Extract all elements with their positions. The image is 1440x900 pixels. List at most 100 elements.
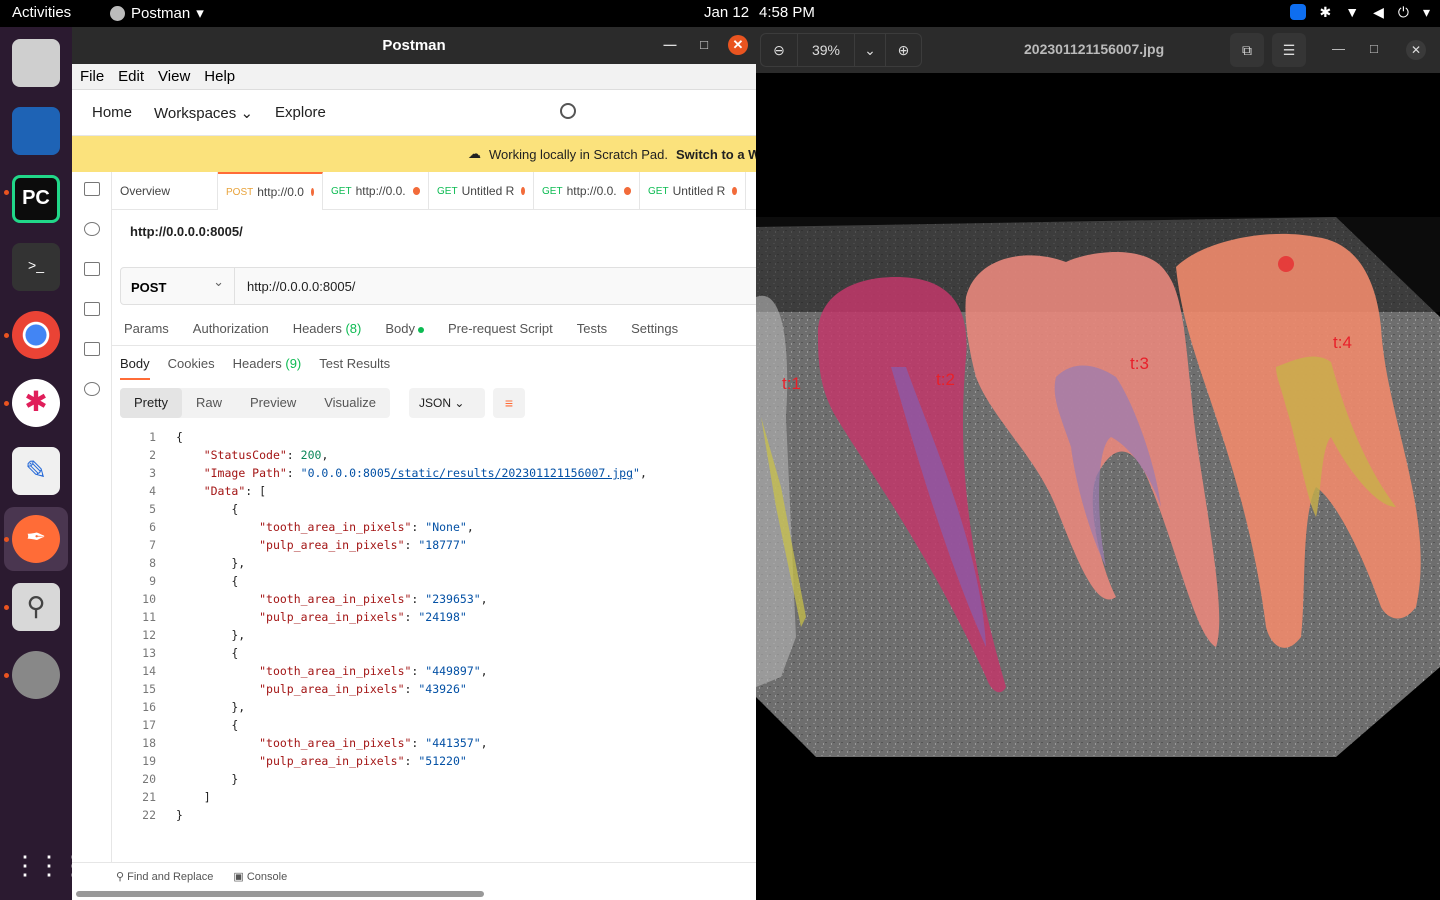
mock-servers-icon[interactable]: [84, 302, 100, 316]
activities-button[interactable]: Activities: [12, 4, 71, 21]
maximize-icon[interactable]: □: [694, 35, 714, 55]
power-icon[interactable]: ⏻: [1398, 4, 1409, 21]
monitors-icon[interactable]: [84, 342, 100, 356]
disk-icon[interactable]: [12, 651, 60, 699]
terminal-icon[interactable]: >_: [12, 243, 60, 291]
zoom-level[interactable]: 39%: [797, 33, 855, 67]
format-visualize[interactable]: Visualize: [310, 388, 390, 418]
tab-response-headers[interactable]: Headers (9): [233, 356, 302, 379]
image-path-link[interactable]: /static/results/202301121156007.jpg: [391, 466, 633, 480]
teamviewer-icon[interactable]: [1289, 4, 1306, 20]
running-indicator: [4, 401, 9, 406]
horizontal-scrollbar[interactable]: [76, 891, 484, 897]
nav-workspaces[interactable]: Workspaces ⌄: [154, 104, 253, 122]
running-indicator: [4, 605, 9, 610]
nav-explore[interactable]: Explore: [275, 104, 326, 121]
slack-icon[interactable]: ✱: [12, 379, 60, 427]
json-value: ": [633, 466, 640, 480]
format-raw[interactable]: Raw: [182, 388, 236, 418]
language-select[interactable]: JSON ⌄: [409, 388, 485, 418]
menu-edit[interactable]: Edit: [118, 68, 144, 85]
json-value: "51220": [418, 754, 467, 768]
left-sidebar: [72, 172, 112, 862]
app-menu[interactable]: Postman ▾: [110, 4, 204, 22]
rotate-icon[interactable]: ⧉: [1230, 33, 1264, 67]
tab-method: GET: [542, 185, 563, 197]
maximize-icon[interactable]: □: [1370, 41, 1378, 56]
url-input[interactable]: http://0.0.0.0:8005/: [235, 268, 367, 304]
chrome-icon[interactable]: [12, 311, 60, 359]
menu-view[interactable]: View: [158, 68, 190, 85]
json-key: "tooth_area_in_pixels": [259, 520, 412, 534]
tab-get-request[interactable]: GET Untitled R: [429, 172, 534, 210]
tab-get-request[interactable]: GET http://0.0.: [534, 172, 640, 210]
postman-window: Postman — □ ✕ File Edit View Help Home W…: [72, 27, 756, 900]
format-pretty[interactable]: Pretty: [120, 388, 182, 418]
environments-icon[interactable]: [84, 262, 100, 276]
apis-icon[interactable]: [84, 222, 100, 236]
files-icon[interactable]: [12, 39, 60, 87]
zoom-out-icon[interactable]: ⊖: [761, 42, 797, 59]
chevron-down-icon[interactable]: ⌄: [855, 42, 885, 59]
caret-down-icon[interactable]: ▾: [1423, 4, 1430, 21]
volume-icon[interactable]: ◀: [1373, 4, 1384, 21]
tab-headers[interactable]: Headers (8): [293, 321, 362, 336]
system-tray[interactable]: ✱ ▼ ◀ ⏻ ▾: [1289, 4, 1430, 21]
tab-body[interactable]: Body: [385, 321, 424, 336]
text-editor-icon[interactable]: ✎: [12, 447, 60, 495]
console-button[interactable]: ▣ Console: [233, 870, 287, 883]
nav-home[interactable]: Home: [92, 104, 132, 121]
hamburger-menu-icon[interactable]: ☰: [1272, 33, 1306, 67]
image-viewer-headerbar: ⊖ 39% ⌄ ⊕ 202301121156007.jpg ⧉ ☰ — □ ✕: [756, 27, 1440, 73]
close-icon[interactable]: ✕: [1406, 40, 1426, 60]
tab-response-body[interactable]: Body: [120, 356, 150, 380]
zoom-in-icon[interactable]: ⊕: [885, 33, 921, 67]
tab-response-headers-label: Headers: [232, 356, 282, 371]
tab-post-request[interactable]: POST http://0.0: [218, 172, 323, 210]
tab-settings[interactable]: Settings: [631, 321, 678, 336]
running-indicator: [4, 537, 9, 542]
search-icon[interactable]: [560, 103, 576, 119]
tooth-label-3: t:3: [1130, 354, 1149, 373]
unsaved-dot: [310, 188, 314, 196]
banner-link[interactable]: Switch to a Wo: [676, 147, 756, 162]
wrap-lines-icon[interactable]: ≡: [493, 388, 525, 418]
tab-get-request[interactable]: GET http://0.0.: [323, 172, 429, 210]
writer-icon[interactable]: [12, 107, 60, 155]
clock[interactable]: Jan 12 4:58 PM: [704, 4, 815, 21]
tab-label: Overview: [120, 184, 171, 198]
request-name[interactable]: http://0.0.0.0:8005/: [130, 224, 243, 239]
json-value: 200: [300, 448, 322, 462]
tab-cookies[interactable]: Cookies: [168, 356, 215, 379]
tab-prerequest-script[interactable]: Pre-request Script: [448, 321, 553, 336]
find-replace-button[interactable]: ⚲ Find and Replace: [116, 870, 213, 883]
close-icon[interactable]: ✕: [728, 35, 748, 55]
menu-help[interactable]: Help: [204, 68, 235, 85]
format-preview[interactable]: Preview: [236, 388, 310, 418]
find-replace-label: Find and Replace: [127, 871, 214, 883]
minimize-icon[interactable]: —: [660, 35, 680, 55]
tab-tests[interactable]: Tests: [577, 321, 607, 336]
tab-overview[interactable]: Overview: [112, 172, 218, 210]
url-bar: POST http://0.0.0.0:8005/: [120, 267, 756, 305]
image-viewer-icon[interactable]: ⚲: [12, 583, 60, 631]
slack-tray-icon[interactable]: ✱: [1320, 4, 1332, 21]
tab-method: GET: [331, 185, 352, 197]
tab-test-results[interactable]: Test Results: [319, 356, 390, 379]
minimize-icon[interactable]: —: [1332, 41, 1345, 56]
history-icon[interactable]: [84, 382, 100, 396]
chevron-down-icon: ⌄: [454, 396, 465, 410]
show-apps-icon[interactable]: ⋮⋮⋮: [12, 842, 86, 890]
json-key: "tooth_area_in_pixels": [259, 664, 412, 678]
tab-authorization[interactable]: Authorization: [193, 321, 269, 336]
json-value: "441357": [425, 736, 481, 750]
postman-dock-icon[interactable]: ✒: [12, 515, 60, 563]
tab-params[interactable]: Params: [124, 321, 169, 336]
tab-label: Untitled R: [672, 184, 726, 198]
tab-get-request[interactable]: GET Untitled R: [640, 172, 746, 210]
pycharm-icon[interactable]: PC: [12, 175, 60, 223]
wifi-icon[interactable]: ▼: [1345, 4, 1359, 21]
collections-icon[interactable]: [84, 182, 100, 196]
menu-file[interactable]: File: [80, 68, 104, 85]
method-select[interactable]: POST: [121, 268, 235, 304]
